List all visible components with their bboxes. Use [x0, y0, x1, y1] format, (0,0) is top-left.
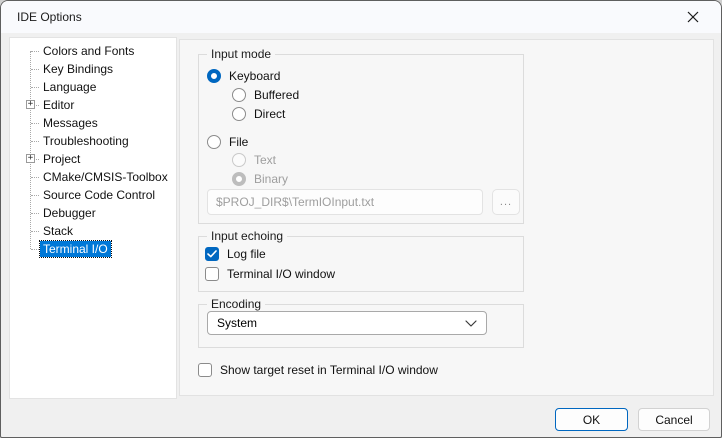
- category-tree: Colors and Fonts Key Bindings Language +…: [10, 38, 176, 258]
- tree-item-terminal-io[interactable]: Terminal I/O: [10, 240, 176, 258]
- checkbox-checked-icon: [205, 247, 219, 261]
- titlebar: IDE Options: [1, 1, 721, 33]
- chevron-down-icon: [465, 320, 477, 327]
- tree-item-troubleshooting[interactable]: Troubleshooting: [10, 132, 176, 150]
- expander-project[interactable]: +: [26, 154, 35, 163]
- direct-radio[interactable]: Direct: [232, 106, 285, 122]
- text-radio-disabled[interactable]: Text: [232, 152, 276, 168]
- tree-connector: [31, 123, 39, 124]
- tree-connector: [31, 231, 39, 232]
- check-icon: [207, 250, 217, 258]
- cancel-button[interactable]: Cancel: [638, 408, 710, 431]
- category-tree-panel: Colors and Fonts Key Bindings Language +…: [9, 37, 177, 399]
- keyboard-radio-label: Keyboard: [229, 69, 280, 83]
- tree-item-stack[interactable]: Stack: [10, 222, 176, 240]
- tree-item-label: Source Code Control: [40, 187, 158, 203]
- tree-item-editor[interactable]: + Editor: [10, 96, 176, 114]
- browse-button[interactable]: ...: [492, 189, 520, 215]
- input-mode-group: Input mode Keyboard Buffered Direct File…: [198, 54, 524, 224]
- binary-radio-disabled[interactable]: Binary: [232, 171, 288, 187]
- tree-connector: [31, 141, 39, 142]
- input-echoing-group-title: Input echoing: [207, 229, 287, 243]
- tree-item-label: Project: [40, 151, 83, 167]
- tree-item-label: Messages: [40, 115, 101, 131]
- radio-unchecked-icon: [232, 88, 246, 102]
- close-icon: [687, 11, 699, 23]
- tree-item-cmake-cmsis-toolbox[interactable]: CMake/CMSIS-Toolbox: [10, 168, 176, 186]
- binary-radio-label: Binary: [254, 172, 288, 186]
- expander-editor[interactable]: +: [26, 100, 35, 109]
- window-title: IDE Options: [1, 10, 82, 24]
- plus-icon: +: [28, 154, 33, 163]
- tree-connector: [31, 69, 39, 70]
- plus-icon: +: [28, 100, 33, 109]
- radio-disabled-icon: [232, 153, 246, 167]
- ide-options-dialog: IDE Options Colors and Fonts Key Binding…: [0, 0, 722, 438]
- tree-connector: [31, 177, 39, 178]
- keyboard-radio[interactable]: Keyboard: [207, 68, 280, 84]
- tree-item-label: Troubleshooting: [40, 133, 132, 149]
- tree-item-label: Key Bindings: [40, 61, 116, 77]
- encoding-group-title: Encoding: [207, 297, 265, 311]
- checkbox-unchecked-icon: [205, 267, 219, 281]
- file-radio[interactable]: File: [207, 134, 248, 150]
- encoding-dropdown[interactable]: System: [207, 311, 487, 335]
- tree-item-colors-and-fonts[interactable]: Colors and Fonts: [10, 42, 176, 60]
- encoding-selected-value: System: [217, 316, 257, 330]
- input-echoing-group: Input echoing Log file Terminal I/O wind…: [198, 236, 524, 292]
- close-button[interactable]: [671, 1, 715, 33]
- buffered-radio-label: Buffered: [254, 88, 299, 102]
- terminal-io-window-checkbox[interactable]: Terminal I/O window: [205, 266, 335, 282]
- ok-button[interactable]: OK: [555, 408, 628, 431]
- text-radio-label: Text: [254, 153, 276, 167]
- log-file-checkbox[interactable]: Log file: [205, 246, 266, 262]
- log-file-label: Log file: [227, 247, 266, 261]
- show-target-reset-label: Show target reset in Terminal I/O window: [220, 363, 438, 377]
- tree-connector: [31, 195, 39, 196]
- file-radio-label: File: [229, 135, 248, 149]
- tree-connector: [31, 249, 39, 250]
- radio-unchecked-icon: [207, 135, 221, 149]
- tree-item-debugger[interactable]: Debugger: [10, 204, 176, 222]
- tree-item-key-bindings[interactable]: Key Bindings: [10, 60, 176, 78]
- checkbox-unchecked-icon: [198, 363, 212, 377]
- terminal-io-window-label: Terminal I/O window: [227, 267, 335, 281]
- radio-disabled-checked-icon: [232, 172, 246, 186]
- tree-item-label: Debugger: [40, 205, 99, 221]
- direct-radio-label: Direct: [254, 107, 285, 121]
- tree-item-label: Language: [40, 79, 99, 95]
- tree-item-language[interactable]: Language: [10, 78, 176, 96]
- settings-panel: Input mode Keyboard Buffered Direct File…: [179, 39, 714, 396]
- input-mode-group-title: Input mode: [207, 47, 275, 61]
- radio-checked-icon: [207, 69, 221, 83]
- tree-item-label: CMake/CMSIS-Toolbox: [40, 169, 171, 185]
- radio-unchecked-icon: [232, 107, 246, 121]
- tree-item-label-selected: Terminal I/O: [40, 241, 111, 257]
- encoding-group: Encoding System: [198, 304, 524, 348]
- tree-connector: [31, 87, 39, 88]
- tree-connector: [31, 213, 39, 214]
- buffered-radio[interactable]: Buffered: [232, 87, 299, 103]
- show-target-reset-checkbox[interactable]: Show target reset in Terminal I/O window: [198, 362, 438, 378]
- tree-item-source-code-control[interactable]: Source Code Control: [10, 186, 176, 204]
- tree-item-messages[interactable]: Messages: [10, 114, 176, 132]
- tree-connector: [31, 51, 39, 52]
- input-file-path-field[interactable]: [207, 189, 483, 215]
- tree-item-project[interactable]: + Project: [10, 150, 176, 168]
- tree-item-label: Stack: [40, 223, 76, 239]
- tree-item-label: Editor: [40, 97, 77, 113]
- tree-item-label: Colors and Fonts: [40, 43, 137, 59]
